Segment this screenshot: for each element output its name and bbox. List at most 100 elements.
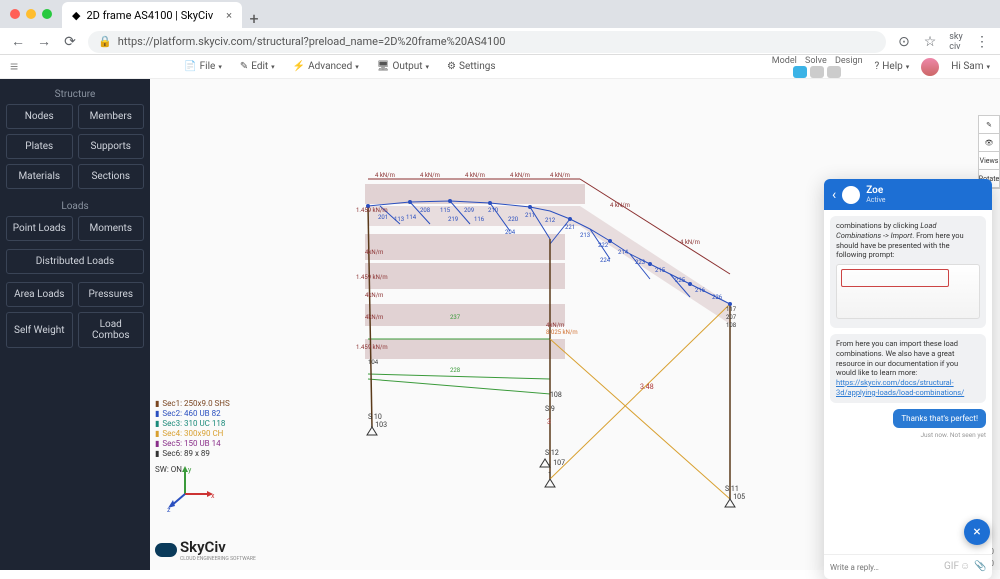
hamburger-icon[interactable]: ≡ xyxy=(10,58,18,75)
chat-input[interactable] xyxy=(830,563,940,572)
minimize-window-icon[interactable] xyxy=(26,9,36,19)
load-combos-button[interactable]: Load Combos xyxy=(78,312,145,348)
self-weight-button[interactable]: Self Weight xyxy=(6,312,73,348)
svg-text:4 kN/m: 4 kN/m xyxy=(680,239,700,246)
svg-text:↓ 103: ↓ 103 xyxy=(370,421,387,429)
doc-link[interactable]: https://skyciv.com/docs/structural-3d/ap… xyxy=(836,378,964,397)
svg-text:x: x xyxy=(211,492,215,500)
help-menu[interactable]: ? Help ▾ xyxy=(875,61,910,72)
svg-text:4kN/m: 4kN/m xyxy=(365,314,383,321)
svg-text:211: 211 xyxy=(525,212,535,219)
chat-avatar xyxy=(842,186,860,204)
plates-button[interactable]: Plates xyxy=(6,134,73,159)
advanced-menu[interactable]: ⚡ Advanced ▾ xyxy=(293,61,359,72)
output-menu[interactable]: 🖥 Output ▾ xyxy=(377,61,429,72)
star-icon[interactable]: ☆ xyxy=(922,34,938,50)
edit-menu[interactable]: ✎ Edit ▾ xyxy=(240,61,275,72)
svg-text:S 9: S 9 xyxy=(545,405,555,413)
emoji-icon[interactable]: ☺ xyxy=(960,561,970,573)
close-window-icon[interactable] xyxy=(10,9,20,19)
svg-text:219: 219 xyxy=(448,216,458,223)
nodes-button[interactable]: Nodes xyxy=(6,104,73,129)
chat-body[interactable]: combinations by clicking Load Combinatio… xyxy=(824,210,992,554)
chat-input-row: GIF ☺ 📎 xyxy=(824,554,992,579)
menu-icon[interactable]: ⋮ xyxy=(974,34,990,50)
chat-widget: ‹ Zoe Active combinations by clicking Lo… xyxy=(824,179,992,579)
chat-back-icon[interactable]: ‹ xyxy=(832,187,836,203)
svg-text:228: 228 xyxy=(450,367,461,374)
svg-text:4kN/m: 4kN/m xyxy=(365,249,383,256)
svg-text:1.459 kN/m: 1.459 kN/m xyxy=(356,207,388,214)
svg-text:224: 224 xyxy=(600,257,611,264)
forward-button[interactable]: → xyxy=(36,34,52,50)
materials-button[interactable]: Materials xyxy=(6,164,73,189)
browser-tab[interactable]: ◆ 2D frame AS4100 | SkyCiv × xyxy=(62,2,242,28)
point-loads-button[interactable]: Point Loads xyxy=(6,216,73,241)
reload-button[interactable]: ⟳ xyxy=(62,34,78,50)
agent-message: combinations by clicking Load Combinatio… xyxy=(830,216,986,328)
svg-text:213: 213 xyxy=(580,232,590,239)
logo-icon xyxy=(155,543,177,557)
extension-icon[interactable]: skyciv xyxy=(948,34,964,50)
svg-text:212: 212 xyxy=(545,217,556,224)
svg-text:117: 117 xyxy=(726,306,737,313)
views-button[interactable]: Views xyxy=(979,152,999,170)
gif-icon[interactable]: GIF xyxy=(944,561,956,573)
chat-status: Active xyxy=(866,196,885,204)
svg-text:y: y xyxy=(188,466,192,474)
seen-status: Just now. Not seen yet xyxy=(830,431,986,439)
svg-text:215: 215 xyxy=(655,267,666,274)
svg-text:104: 104 xyxy=(368,359,379,366)
svg-text:1.459 kN/m: 1.459 kN/m xyxy=(356,274,388,281)
eye-tool-icon[interactable]: 👁 xyxy=(979,134,999,152)
svg-text:221: 221 xyxy=(565,224,575,231)
svg-text:208: 208 xyxy=(420,207,431,214)
search-icon[interactable]: ⊙ xyxy=(896,34,912,50)
supports-button[interactable]: Supports xyxy=(78,134,145,159)
dist-loads-button[interactable]: Distributed Loads xyxy=(6,249,144,274)
url-text: https://platform.skyciv.com/structural?p… xyxy=(118,35,506,48)
svg-text:116: 116 xyxy=(474,216,485,223)
structure-heading: Structure xyxy=(6,85,144,104)
attach-icon[interactable]: 📎 xyxy=(974,561,986,573)
maximize-window-icon[interactable] xyxy=(42,9,52,19)
svg-text:S 12: S 12 xyxy=(545,449,559,457)
svg-text:220: 220 xyxy=(508,216,519,223)
svg-text:237: 237 xyxy=(450,314,461,321)
file-menu[interactable]: 📄 File ▾ xyxy=(184,61,222,72)
tab-title: 2D frame AS4100 | SkyCiv xyxy=(86,9,213,22)
members-button[interactable]: Members xyxy=(78,104,145,129)
sidebar: Structure Nodes Members Plates Supports … xyxy=(0,79,150,570)
url-bar[interactable]: 🔒 https://platform.skyciv.com/structural… xyxy=(88,31,886,53)
svg-text:3: 3 xyxy=(547,418,551,426)
address-bar-row: ← → ⟳ 🔒 https://platform.skyciv.com/stru… xyxy=(0,28,1000,55)
svg-text:113: 113 xyxy=(394,216,404,223)
svg-text:↓ 107: ↓ 107 xyxy=(548,459,565,467)
svg-text:4 kN/m: 4 kN/m xyxy=(375,172,395,179)
svg-text:108: 108 xyxy=(550,391,562,399)
new-tab-button[interactable]: + xyxy=(242,9,266,28)
sections-button[interactable]: Sections xyxy=(78,164,145,189)
right-toolbar: ✎ 👁 Views Rotate xyxy=(978,115,1000,189)
svg-text:8.025 kN/m: 8.025 kN/m xyxy=(546,329,578,336)
svg-text:4 kN/m: 4 kN/m xyxy=(550,172,570,179)
settings-menu[interactable]: ⚙ Settings xyxy=(447,61,495,72)
user-avatar[interactable] xyxy=(921,58,939,76)
mode-tabs[interactable]: Model Solve Design xyxy=(772,56,863,78)
area-loads-button[interactable]: Area Loads xyxy=(6,282,73,307)
svg-text:4kN/m: 4kN/m xyxy=(546,322,564,329)
back-button[interactable]: ← xyxy=(10,34,26,50)
favicon: ◆ xyxy=(72,9,80,22)
tab-strip: ◆ 2D frame AS4100 | SkyCiv × + xyxy=(0,0,1000,28)
svg-text:4 kN/m: 4 kN/m xyxy=(610,202,630,209)
moments-button[interactable]: Moments xyxy=(78,216,145,241)
svg-text:226: 226 xyxy=(712,294,723,301)
pencil-tool-icon[interactable]: ✎ xyxy=(979,116,999,134)
close-tab-icon[interactable]: × xyxy=(226,9,232,22)
chat-close-fab[interactable]: × xyxy=(964,519,990,545)
pressures-button[interactable]: Pressures xyxy=(78,282,145,307)
chat-agent-name: Zoe xyxy=(866,185,885,196)
svg-text:1: 1 xyxy=(548,471,552,479)
user-menu[interactable]: Hi Sam ▾ xyxy=(951,61,990,72)
user-message: Thanks that's perfect! xyxy=(893,409,986,428)
